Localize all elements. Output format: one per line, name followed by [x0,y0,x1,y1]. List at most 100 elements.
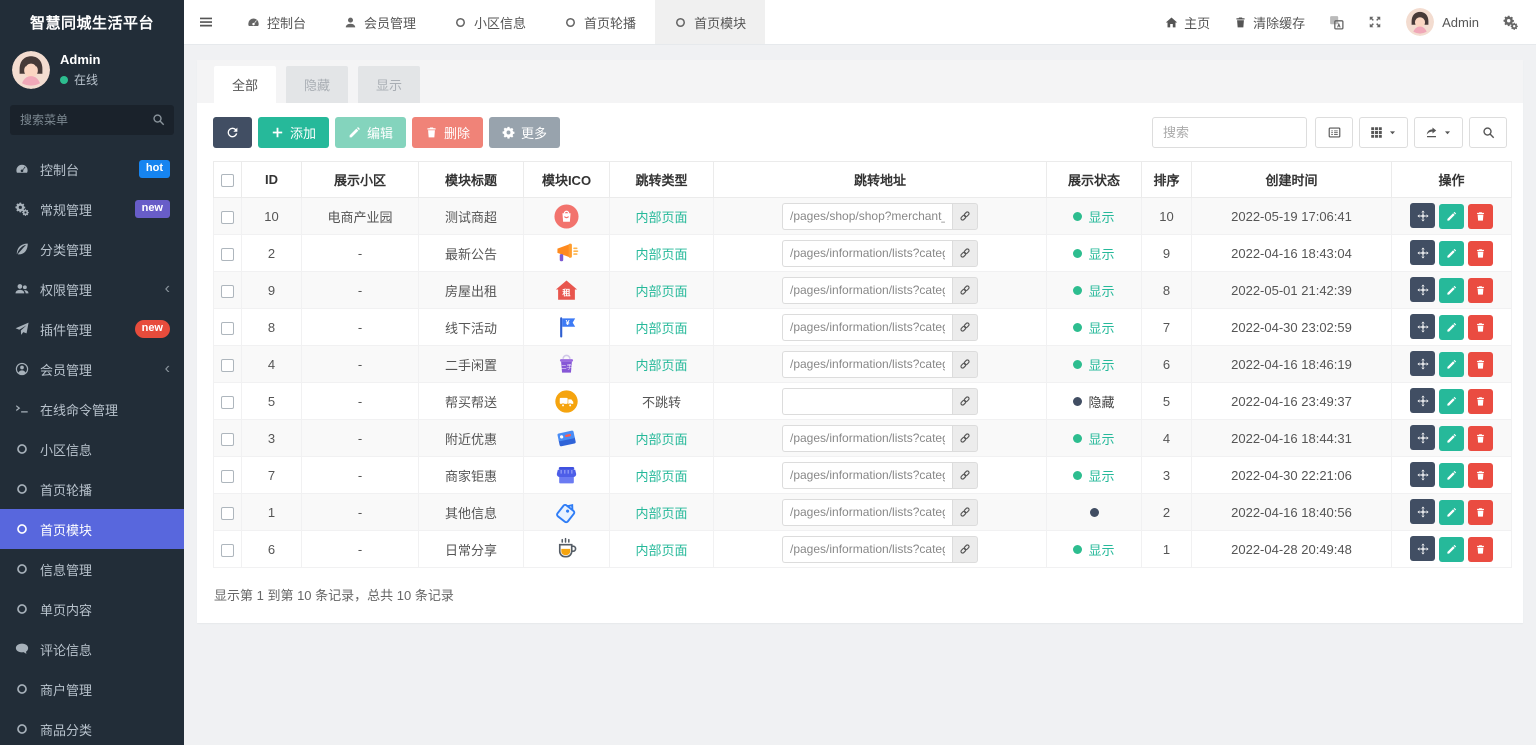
row-checkbox[interactable] [221,506,234,520]
nav-tab-2[interactable]: 会员管理 [325,0,435,44]
filter-tab-2[interactable]: 隐藏 [286,66,349,103]
link-icon[interactable] [952,276,978,304]
delete-row-button[interactable] [1468,314,1493,340]
gears-icon[interactable] [1503,15,1518,30]
drag-sort-button[interactable] [1410,499,1435,525]
edit-row-button[interactable] [1439,277,1464,303]
drag-sort-button[interactable] [1410,314,1435,340]
drag-sort-button[interactable] [1410,203,1435,229]
clear-cache-link[interactable]: 清除缓存 [1234,13,1305,32]
jump-url-input[interactable] [782,350,952,378]
delete-row-button[interactable] [1468,203,1493,229]
edit-row-button[interactable] [1439,388,1464,414]
link-icon[interactable] [952,535,978,563]
link-icon[interactable] [952,498,978,526]
menu-toggle-icon[interactable] [184,0,228,44]
select-all-checkbox[interactable] [221,174,234,188]
sidebar-item-6[interactable]: 会员管理 ‹ [0,349,184,389]
sidebar-search-input[interactable] [10,105,174,135]
filter-tab-3[interactable]: 显示 [358,66,421,103]
translate-icon[interactable] [1329,15,1344,30]
jump-url-input[interactable] [782,387,952,415]
drag-sort-button[interactable] [1410,277,1435,303]
drag-sort-button[interactable] [1410,388,1435,414]
sidebar-item-3[interactable]: 分类管理 [0,229,184,269]
nav-tab-1[interactable]: 控制台 [228,0,325,44]
delete-row-button[interactable] [1468,277,1493,303]
sidebar-item-2[interactable]: 常规管理 new [0,189,184,229]
sidebar-item-1[interactable]: 控制台 hot [0,149,184,189]
jump-url-input[interactable] [782,276,952,304]
columns-button[interactable] [1359,117,1408,148]
sidebar-item-4[interactable]: 权限管理 ‹ [0,269,184,309]
drag-sort-button[interactable] [1410,240,1435,266]
filter-tab-1[interactable]: 全部 [214,66,277,103]
delete-row-button[interactable] [1468,425,1493,451]
toggle-view-button[interactable] [1315,117,1353,148]
jump-url-input[interactable] [782,239,952,267]
link-icon[interactable] [952,239,978,267]
sidebar-item-5[interactable]: 插件管理 new [0,309,184,349]
more-button[interactable]: 更多 [489,117,561,148]
row-checkbox[interactable] [221,432,234,446]
edit-row-button[interactable] [1439,536,1464,562]
row-checkbox[interactable] [221,469,234,483]
link-icon[interactable] [952,350,978,378]
row-checkbox[interactable] [221,321,234,335]
table-search-input[interactable] [1152,117,1307,148]
row-checkbox[interactable] [221,284,234,298]
row-checkbox[interactable] [221,395,234,409]
edit-row-button[interactable] [1439,203,1464,229]
link-icon[interactable] [952,387,978,415]
export-button[interactable] [1414,117,1463,148]
delete-row-button[interactable] [1468,240,1493,266]
fullscreen-icon[interactable] [1368,15,1382,29]
jump-url-input[interactable] [782,424,952,452]
delete-row-button[interactable] [1468,499,1493,525]
jump-url-input[interactable] [782,498,952,526]
sidebar-item-10[interactable]: 首页模块 [0,509,184,549]
link-icon[interactable] [952,202,978,230]
jump-url-input[interactable] [782,202,952,230]
add-button[interactable]: 添加 [258,117,330,148]
edit-row-button[interactable] [1439,351,1464,377]
nav-tab-4[interactable]: 首页轮播 [545,0,655,44]
drag-sort-button[interactable] [1410,425,1435,451]
refresh-button[interactable] [213,117,252,148]
edit-row-button[interactable] [1439,462,1464,488]
sidebar-item-14[interactable]: 商户管理 [0,669,184,709]
row-checkbox[interactable] [221,210,234,224]
edit-row-button[interactable] [1439,314,1464,340]
nav-tab-5[interactable]: 首页模块 [655,0,766,44]
sidebar-item-11[interactable]: 信息管理 [0,549,184,589]
row-checkbox[interactable] [221,247,234,261]
jump-url-input[interactable] [782,535,952,563]
row-checkbox[interactable] [221,543,234,557]
user-menu[interactable]: Admin [1406,8,1479,36]
delete-row-button[interactable] [1468,462,1493,488]
delete-row-button[interactable] [1468,351,1493,377]
sidebar-item-7[interactable]: 在线命令管理 [0,389,184,429]
drag-sort-button[interactable] [1410,536,1435,562]
drag-sort-button[interactable] [1410,351,1435,377]
sidebar-item-9[interactable]: 首页轮播 [0,469,184,509]
delete-row-button[interactable] [1468,388,1493,414]
home-link[interactable]: 主页 [1165,13,1210,32]
jump-url-input[interactable] [782,461,952,489]
search-submit-button[interactable] [1469,117,1507,148]
edit-row-button[interactable] [1439,240,1464,266]
link-icon[interactable] [952,313,978,341]
sidebar-item-15[interactable]: 商品分类 [0,709,184,745]
nav-tab-3[interactable]: 小区信息 [435,0,545,44]
sidebar-item-8[interactable]: 小区信息 [0,429,184,469]
delete-row-button[interactable] [1468,536,1493,562]
jump-url-input[interactable] [782,313,952,341]
row-checkbox[interactable] [221,358,234,372]
drag-sort-button[interactable] [1410,462,1435,488]
delete-button[interactable]: 删除 [412,117,484,148]
link-icon[interactable] [952,424,978,452]
sidebar-item-13[interactable]: 评论信息 [0,629,184,669]
edit-button[interactable]: 编辑 [335,117,407,148]
sidebar-item-12[interactable]: 单页内容 [0,589,184,629]
link-icon[interactable] [952,461,978,489]
